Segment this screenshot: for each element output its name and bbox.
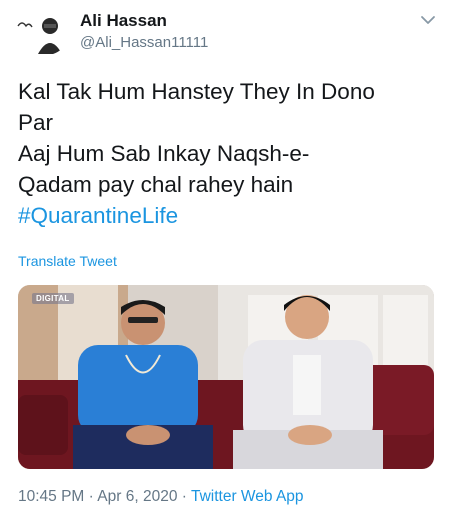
tweet-footer: 10:45 PM · Apr 6, 2020 · Twitter Web App [18,488,304,506]
chevron-down-icon[interactable] [418,12,438,28]
translate-tweet-link[interactable]: Translate Tweet [18,253,117,269]
user-names: Ali Hassan @Ali_Hassan11111 [80,10,208,54]
hashtag-link[interactable]: #QuarantineLife [18,200,438,231]
tweet-date[interactable]: Apr 6, 2020 [97,488,177,505]
tweet-text-line: Kal Tak Hum Hanstey They In Dono [18,79,375,104]
tweet-time[interactable]: 10:45 PM [18,488,84,505]
channel-logo: DIGITAL [32,293,74,304]
tweet-text-line: Qadam pay chal rahey hain [18,172,294,197]
tweet-text-line: Par [18,110,54,135]
tweet-media-image[interactable]: DIGITAL [18,285,434,469]
tweet-text: Kal Tak Hum Hanstey They In Dono Par Aaj… [18,76,438,231]
tweet-header: Ali Hassan @Ali_Hassan11111 [14,6,438,60]
tweet-card: Ali Hassan @Ali_Hassan11111 Kal Tak Hum … [0,0,450,530]
user-handle[interactable]: @Ali_Hassan11111 [80,32,208,54]
tweet-source-link[interactable]: Twitter Web App [191,488,304,505]
avatar[interactable] [14,8,70,56]
display-name[interactable]: Ali Hassan [80,10,208,32]
tweet-text-line: Aaj Hum Sab Inkay Naqsh-e- [18,141,310,166]
footer-separator: · [88,488,94,505]
footer-separator: · [181,488,187,505]
